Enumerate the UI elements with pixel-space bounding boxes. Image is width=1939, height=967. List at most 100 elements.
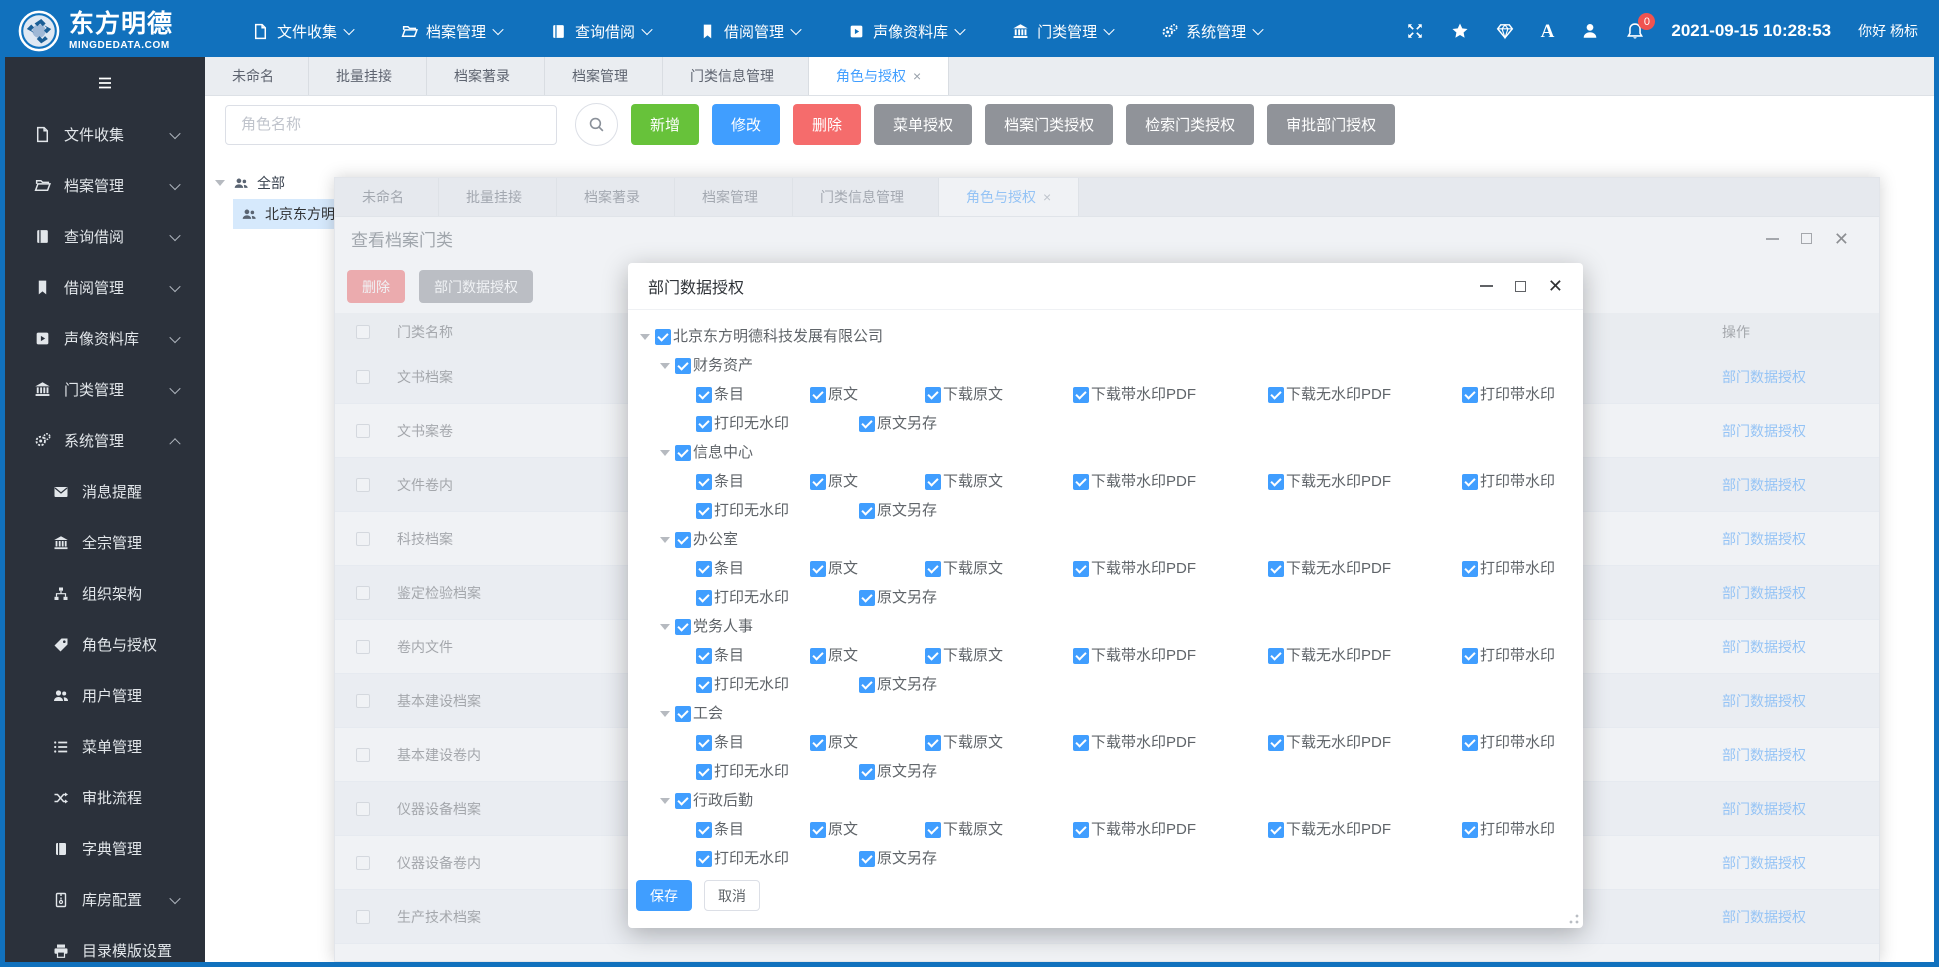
nav-item-media-library[interactable]: 声像资料库 (824, 5, 988, 57)
checkbox-checked[interactable] (1462, 821, 1478, 838)
tree-root-company[interactable]: 北京东方明德科技发展有限公司 (640, 322, 1583, 351)
permission-item[interactable]: 条目 (696, 728, 810, 757)
font-size-icon[interactable]: A (1541, 22, 1555, 41)
checkbox-checked[interactable] (696, 647, 712, 664)
tab[interactable]: 门类信息管理 (663, 57, 809, 95)
caret-down-icon[interactable] (660, 797, 670, 804)
checkbox-checked[interactable] (696, 676, 712, 693)
sidebar-item-media-library[interactable]: 声像资料库 (5, 313, 205, 364)
fullscreen-icon[interactable] (1406, 22, 1424, 40)
checkbox-checked[interactable] (859, 502, 875, 519)
permission-item[interactable]: 原文 (810, 728, 925, 757)
checkbox-checked[interactable] (675, 357, 691, 374)
checkbox-checked[interactable] (810, 734, 826, 751)
permission-item[interactable]: 条目 (696, 554, 810, 583)
sidebar-item-system-mgmt[interactable]: 系统管理 (5, 415, 205, 466)
caret-down-icon[interactable] (660, 710, 670, 717)
caret-down-icon[interactable] (215, 180, 225, 186)
star-icon[interactable] (1451, 22, 1469, 40)
permission-item[interactable]: 原文 (810, 641, 925, 670)
tab[interactable]: 档案著录 (427, 57, 545, 95)
checkbox-checked[interactable] (925, 734, 941, 751)
checkbox-checked[interactable] (1268, 560, 1284, 577)
checkbox-checked[interactable] (859, 763, 875, 780)
sidebar-item-file-collect[interactable]: 文件收集 (5, 109, 205, 160)
checkbox-checked[interactable] (810, 386, 826, 403)
checkbox-checked[interactable] (696, 502, 712, 519)
permission-item[interactable]: 下载无水印PDF (1268, 815, 1462, 844)
sidebar-item-query-borrow[interactable]: 查询借阅 (5, 211, 205, 262)
permission-item[interactable]: 原文 (810, 554, 925, 583)
checkbox-checked[interactable] (696, 763, 712, 780)
permission-item[interactable]: 下载带水印PDF (1073, 467, 1268, 496)
sidebar-subitem-role-auth[interactable]: 角色与授权 (5, 619, 205, 670)
sidebar-subitem-catalog-template[interactable]: 目录模版设置 (5, 925, 205, 962)
tab-close-icon[interactable]: × (913, 68, 921, 84)
gem-icon[interactable] (1496, 22, 1514, 40)
permission-item[interactable]: 原文 (810, 467, 925, 496)
checkbox-checked[interactable] (696, 473, 712, 490)
permission-item[interactable]: 打印带水印 (1462, 554, 1555, 583)
checkbox-checked[interactable] (1268, 821, 1284, 838)
permission-item[interactable]: 打印无水印 (696, 844, 859, 870)
sidebar-subitem-fonds[interactable]: 全宗管理 (5, 517, 205, 568)
cancel-button[interactable]: 取消 (704, 880, 760, 911)
checkbox-checked[interactable] (810, 821, 826, 838)
permission-item[interactable]: 下载带水印PDF (1073, 815, 1268, 844)
resize-handle[interactable] (1567, 912, 1580, 925)
checkbox-checked[interactable] (1462, 560, 1478, 577)
caret-down-icon[interactable] (660, 623, 670, 630)
search-button[interactable] (575, 103, 618, 146)
tree-group-node[interactable]: 办公室 (660, 525, 1583, 554)
caret-down-icon[interactable] (640, 333, 650, 340)
checkbox-checked[interactable] (810, 560, 826, 577)
checkbox-checked[interactable] (925, 473, 941, 490)
approval-dept-auth-button[interactable]: 审批部门授权 (1267, 104, 1396, 145)
permission-item[interactable]: 打印带水印 (1462, 815, 1555, 844)
permission-item[interactable]: 下载原文 (925, 815, 1073, 844)
checkbox-checked[interactable] (925, 386, 941, 403)
permission-item[interactable]: 打印带水印 (1462, 380, 1555, 409)
checkbox-checked[interactable] (1268, 473, 1284, 490)
checkbox-checked[interactable] (859, 676, 875, 693)
permission-item[interactable]: 下载原文 (925, 728, 1073, 757)
checkbox-checked[interactable] (696, 734, 712, 751)
checkbox-checked[interactable] (925, 821, 941, 838)
checkbox-checked[interactable] (810, 473, 826, 490)
nav-item-query-borrow[interactable]: 查询借阅 (526, 5, 675, 57)
permission-item[interactable]: 下载带水印PDF (1073, 641, 1268, 670)
sidebar-item-category-mgmt[interactable]: 门类管理 (5, 364, 205, 415)
permission-item[interactable]: 下载带水印PDF (1073, 728, 1268, 757)
permission-item[interactable]: 原文另存 (859, 409, 937, 438)
caret-down-icon[interactable] (660, 362, 670, 369)
checkbox-checked[interactable] (696, 821, 712, 838)
nav-item-category-mgmt[interactable]: 门类管理 (988, 5, 1137, 57)
checkbox-checked[interactable] (1462, 473, 1478, 490)
permission-item[interactable]: 原文另存 (859, 496, 937, 525)
permission-item[interactable]: 打印无水印 (696, 670, 859, 699)
save-button[interactable]: 保存 (636, 880, 692, 911)
permission-item[interactable]: 原文 (810, 380, 925, 409)
user-icon[interactable] (1581, 22, 1599, 40)
permission-item[interactable]: 原文另存 (859, 583, 937, 612)
permission-item[interactable]: 条目 (696, 815, 810, 844)
permission-item[interactable]: 条目 (696, 641, 810, 670)
tree-group-node[interactable]: 财务资产 (660, 351, 1583, 380)
checkbox-checked[interactable] (1462, 386, 1478, 403)
caret-down-icon[interactable] (660, 536, 670, 543)
permission-item[interactable]: 条目 (696, 467, 810, 496)
permission-item[interactable]: 下载带水印PDF (1073, 554, 1268, 583)
checkbox-checked[interactable] (1073, 734, 1089, 751)
nav-item-system-mgmt[interactable]: 系统管理 (1137, 5, 1286, 57)
checkbox-checked[interactable] (675, 792, 691, 809)
tree-group-node[interactable]: 工会 (660, 699, 1583, 728)
sidebar-subitem-approval-flow[interactable]: 审批流程 (5, 772, 205, 823)
permission-item[interactable]: 打印无水印 (696, 757, 859, 786)
permission-item[interactable]: 下载无水印PDF (1268, 728, 1462, 757)
checkbox-checked[interactable] (1268, 734, 1284, 751)
nav-item-archive-mgmt[interactable]: 档案管理 (377, 5, 526, 57)
sidebar-item-archive-mgmt[interactable]: 档案管理 (5, 160, 205, 211)
checkbox-checked[interactable] (925, 560, 941, 577)
checkbox-checked[interactable] (1268, 386, 1284, 403)
checkbox-checked[interactable] (696, 589, 712, 606)
